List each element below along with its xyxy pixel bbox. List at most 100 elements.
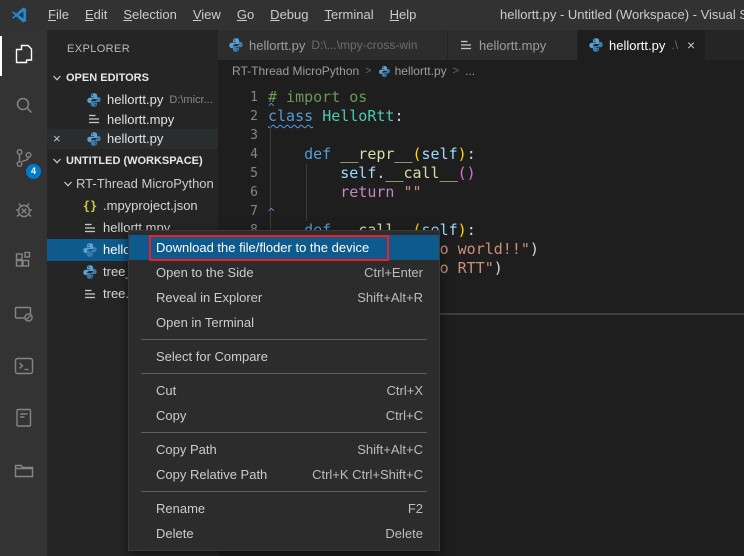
line-number: 1 [218,88,258,107]
open-editors-list: hellortt.pyD:\micr...hellortt.mpy× hellor… [47,90,218,149]
menu-item-delete[interactable]: DeleteDelete [129,521,439,546]
explorer-context-menu: Download the file/floder to the device Op… [128,230,440,551]
activitybar-search[interactable] [0,82,47,134]
activitybar-notes[interactable] [0,394,47,446]
open-editors-label: OPEN EDITORS [66,72,149,84]
menu-item-label: Cut [156,383,176,398]
sidebar-title: EXPLORER [47,30,218,66]
tab-hellortt-py[interactable]: hellortt.py.\× [578,30,706,60]
explorer-icon [12,42,36,71]
tab-hellortt-py[interactable]: hellortt.py D:\...\mpy-cross-win [218,30,448,60]
menu-item-copy[interactable]: CopyCtrl+C [129,403,439,428]
tab-hellortt-mpy[interactable]: hellortt.mpy [448,30,578,60]
code-line: 5 self.__call__() [218,164,744,183]
debug-icon [12,198,36,227]
activitybar-source-control[interactable]: 4 [0,134,47,186]
error-caret: ^ [268,203,275,222]
breadcrumb-symbol[interactable]: ... [465,64,475,78]
tree-item--mpyproject-json[interactable]: {}.mpyproject.json [47,195,218,217]
menu-item-label: Download the file/floder to the device [156,240,369,255]
code-line: 4 def __repr__(self): [218,145,744,164]
tree-folder-rt-thread[interactable]: RT-Thread MicroPython [47,173,218,195]
code-text: def __repr__(self): [258,145,476,164]
menu-item-rename[interactable]: RenameF2 [129,496,439,521]
menu-item-label: Copy Path [156,442,217,457]
open-editor-row[interactable]: hellortt.pyD:\micr... [47,90,218,110]
chevron-down-icon [52,156,62,166]
line-number: 5 [218,164,258,183]
menu-item-select-for-compare[interactable]: Select for Compare [129,344,439,369]
mpy-file-icon [82,220,98,236]
activitybar-extensions[interactable] [0,238,47,290]
menu-item-shortcut: Delete [385,526,423,541]
python-file-icon [228,37,244,53]
file-name: hellortt.py [107,131,163,146]
python-file-icon [86,92,102,108]
open-editors-header[interactable]: OPEN EDITORS [47,66,218,90]
code-text [258,126,268,145]
activitybar-debug[interactable] [0,186,47,238]
menubar-item-selection[interactable]: Selection [115,0,184,30]
menu-separator [141,491,427,492]
menubar-item-terminal[interactable]: Terminal [316,0,381,30]
remote-device-icon [12,302,36,331]
code-text [258,202,268,221]
menu-item-download-the-file-floder-to-the-device[interactable]: Download the file/floder to the device [129,235,439,260]
indent-guide [270,126,271,240]
breadcrumb-file[interactable]: hellortt.py [395,64,447,78]
menu-item-shortcut: Ctrl+K Ctrl+Shift+C [312,467,423,482]
menubar-item-go[interactable]: Go [229,0,262,30]
json-file-icon: {} [82,198,98,214]
close-icon[interactable]: × [53,129,61,149]
tab-path-detail: D:\...\mpy-cross-win [311,38,417,52]
python-file-icon [82,264,98,280]
menubar-item-debug[interactable]: Debug [262,0,316,30]
tree-folder-label: RT-Thread MicroPython [76,176,214,191]
breadcrumb-separator: > [365,65,371,77]
activitybar-explorer[interactable] [0,30,47,82]
menu-item-open-to-the-side[interactable]: Open to the SideCtrl+Enter [129,260,439,285]
file-name: hellortt.py [107,92,163,107]
activitybar-folders[interactable] [0,446,47,498]
workspace-header[interactable]: UNTITLED (WORKSPACE) [47,149,218,173]
close-icon[interactable]: × [687,37,695,53]
title-bar: FileEditSelectionViewGoDebugTerminalHelp… [0,0,744,30]
tab-bar: hellortt.pyD:\...\mpy-cross-winhellortt.… [218,30,744,60]
python-file-icon [588,37,604,53]
python-file-icon [86,131,102,147]
python-file-icon [378,65,391,78]
json-braces-icon: {} [83,199,97,213]
chevron-down-icon [63,179,73,189]
tab-label: hellortt.py [249,38,305,53]
menu-item-shortcut: Ctrl+X [387,383,423,398]
menu-item-copy-path[interactable]: Copy PathShift+Alt+C [129,437,439,462]
menubar-item-file[interactable]: File [40,0,77,30]
mpy-file-icon [82,286,98,302]
menu-item-open-in-terminal[interactable]: Open in Terminal [129,310,439,335]
line-number: 6 [218,183,258,202]
menu-item-reveal-in-explorer[interactable]: Reveal in ExplorerShift+Alt+R [129,285,439,310]
menu-item-copy-relative-path[interactable]: Copy Relative PathCtrl+K Ctrl+Shift+C [129,462,439,487]
menu-item-shortcut: F2 [408,501,423,516]
line-number: 7 [218,202,258,221]
source-control-badge: 4 [26,164,41,179]
open-editor-row[interactable]: × hellortt.py [47,129,218,149]
menu-item-label: Select for Compare [156,349,268,364]
vscode-window: { "window": { "title": "hellortt.py - Un… [0,0,744,556]
indent-guide [306,164,307,221]
activitybar-terminal-panel[interactable] [0,342,47,394]
breadcrumb-folder[interactable]: RT-Thread MicroPython [232,64,359,78]
open-editor-row[interactable]: hellortt.mpy [47,110,218,130]
menubar-item-edit[interactable]: Edit [77,0,115,30]
breadcrumb: RT-Thread MicroPython > hellortt.py > ..… [218,60,744,82]
menubar-item-view[interactable]: View [185,0,229,30]
menu-item-shortcut: Shift+Alt+R [357,290,423,305]
vscode-logo-icon [10,6,28,24]
activitybar-remote-device[interactable] [0,290,47,342]
error-caret: ^ [268,98,275,117]
menubar-item-help[interactable]: Help [382,0,425,30]
menu-item-label: Open in Terminal [156,315,254,330]
extensions-icon [12,250,36,279]
tab-path-detail: .\ [671,38,678,52]
menu-item-cut[interactable]: Cut Ctrl+X [129,378,439,403]
